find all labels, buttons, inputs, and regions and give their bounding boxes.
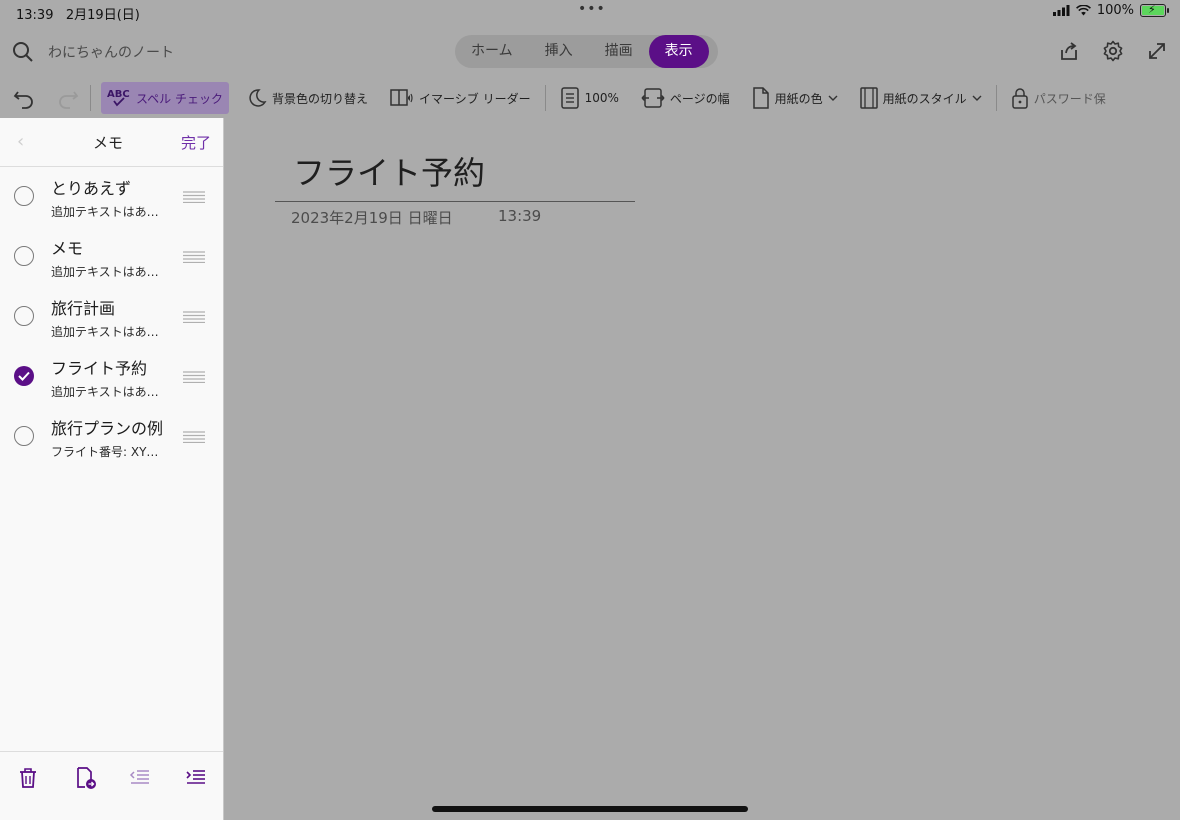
move-page-icon[interactable] [74, 766, 98, 790]
paper-style-button[interactable]: 用紙のスタイル [856, 82, 986, 114]
view-ribbon: ABC スペル チェック 背景色の切り替え イマーシブ リーダー 100% ペー… [0, 78, 1180, 118]
share-icon[interactable] [1058, 40, 1080, 62]
panel-footer [0, 751, 223, 820]
lock-icon [1011, 88, 1028, 109]
page-item-title: メモ [51, 239, 84, 258]
gear-icon[interactable] [1102, 40, 1124, 62]
list-item[interactable]: フライト予約 追加テキストはあ… [0, 347, 223, 407]
title-divider [275, 201, 635, 202]
drag-handle-icon[interactable] [183, 371, 205, 383]
top-bar: わにちゃんのノート ホーム 挿入 描画 表示 [0, 26, 1180, 78]
page-date: 2023年2月19日 日曜日 [291, 209, 453, 227]
immersive-reader-button[interactable]: イマーシブ リーダー [386, 82, 535, 114]
page-time: 13:39 [498, 207, 542, 225]
select-circle-checked[interactable] [14, 366, 34, 386]
multitasking-dots-icon[interactable]: ••• [578, 1, 606, 17]
page-icon [752, 87, 769, 109]
password-button[interactable]: パスワード保 [1007, 82, 1125, 114]
trash-icon[interactable] [17, 766, 39, 790]
indent-icon[interactable] [185, 766, 207, 788]
page-item-title: 旅行計画 [51, 299, 116, 318]
immersive-reader-icon [390, 89, 413, 106]
outdent-icon[interactable] [129, 766, 151, 788]
paper-color-button[interactable]: 用紙の色 [748, 82, 842, 114]
list-item[interactable]: 旅行プランの例 フライト番号: XY… [0, 407, 223, 467]
page-item-preview: 追加テキストはあ… [51, 205, 159, 219]
signal-icon [1052, 5, 1070, 16]
zoom-button[interactable]: 100% [556, 82, 623, 114]
tab-view[interactable]: 表示 [648, 35, 709, 68]
page-item-preview: フライト番号: XY… [51, 445, 159, 459]
page-item-preview: 追加テキストはあ… [51, 385, 159, 399]
page-title[interactable]: フライト予約 [293, 148, 485, 194]
page-list-panel: ‹ メモ 完了 とりあえず 追加テキストはあ… メモ 追加テキストはあ… 旅行計… [0, 118, 224, 820]
spell-check-button[interactable]: ABC スペル チェック [101, 82, 229, 114]
notebook-title[interactable]: わにちゃんのノート [48, 42, 174, 62]
select-circle[interactable] [14, 246, 34, 266]
status-time-date: 13:39 2月19日(日) [16, 8, 140, 23]
ribbon-tabs: ホーム 挿入 描画 表示 [455, 35, 718, 68]
page-width-button[interactable]: ページの幅 [637, 82, 734, 114]
battery-percent: 100% [1096, 3, 1134, 18]
done-button[interactable]: 完了 [181, 132, 211, 153]
page-item-title: とりあえず [51, 179, 132, 198]
drag-handle-icon[interactable] [183, 191, 205, 203]
list-item[interactable]: とりあえず 追加テキストはあ… [0, 167, 223, 227]
home-indicator[interactable] [432, 806, 748, 812]
search-icon[interactable] [12, 41, 34, 63]
drag-handle-icon[interactable] [183, 311, 205, 323]
panel-header: ‹ メモ 完了 [0, 118, 223, 167]
select-circle[interactable] [14, 186, 34, 206]
tab-draw[interactable]: 描画 [589, 35, 649, 68]
spell-check-icon: ABC [107, 89, 130, 107]
page-item-preview: 追加テキストはあ… [51, 265, 159, 279]
list-item[interactable]: 旅行計画 追加テキストはあ… [0, 287, 223, 347]
drag-handle-icon[interactable] [183, 251, 205, 263]
select-circle[interactable] [14, 306, 34, 326]
paper-style-icon [859, 87, 878, 109]
battery-icon: ⚡ [1140, 3, 1169, 17]
status-bar: 13:39 2月19日(日) ••• 100% ⚡ [0, 0, 1180, 26]
expand-icon[interactable] [1146, 40, 1168, 62]
list-item[interactable]: メモ 追加テキストはあ… [0, 227, 223, 287]
wifi-icon [1075, 5, 1091, 16]
document-icon [560, 87, 579, 109]
tab-home[interactable]: ホーム [455, 35, 529, 68]
redo-icon[interactable] [56, 86, 80, 110]
chevron-down-icon [972, 95, 982, 101]
chevron-down-icon [828, 95, 838, 101]
page-item-preview: 追加テキストはあ… [51, 325, 159, 339]
page-width-icon [641, 88, 665, 108]
page-item-title: 旅行プランの例 [51, 419, 164, 438]
page-item-title: フライト予約 [51, 359, 148, 378]
select-circle[interactable] [14, 426, 34, 446]
svg-text:ABC: ABC [107, 89, 130, 100]
background-toggle-button[interactable]: 背景色の切り替え [243, 82, 372, 114]
checkmark-icon [18, 371, 30, 381]
undo-icon[interactable] [12, 86, 36, 110]
drag-handle-icon[interactable] [183, 431, 205, 443]
moon-icon [249, 89, 267, 107]
tab-insert[interactable]: 挿入 [529, 35, 589, 68]
